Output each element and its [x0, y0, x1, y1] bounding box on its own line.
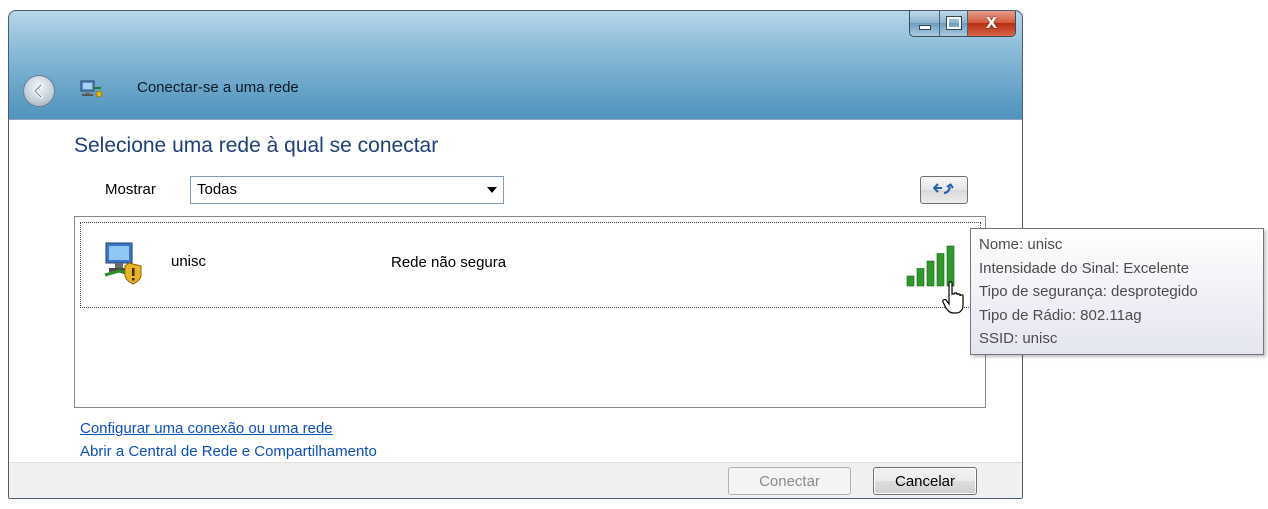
tooltip-name: Nome: unisc	[979, 236, 1063, 253]
network-name: unisc	[171, 253, 207, 270]
signal-bar	[946, 245, 955, 287]
refresh-button[interactable]	[920, 176, 968, 204]
close-button[interactable]: X	[968, 11, 1015, 36]
signal-bar	[906, 275, 915, 287]
tooltip-radio: Tipo de Rádio: 802.11ag	[979, 306, 1142, 324]
network-security: Rede não segura	[391, 254, 507, 271]
signal-bar	[926, 260, 935, 287]
network-center-link[interactable]: Abrir a Central de Rede e Compartilhamen…	[80, 443, 377, 460]
tooltip-ssid: SSID: unisc	[979, 330, 1058, 347]
network-connect-icon	[80, 80, 103, 98]
setup-connection-link[interactable]: Configurar uma conexão ou uma rede	[80, 420, 333, 437]
connect-button[interactable]: Conectar	[728, 467, 851, 495]
dialog-content: Selecione uma rede à qual se conectar Mo…	[9, 119, 1022, 498]
close-icon: X	[985, 14, 998, 32]
network-tooltip: Nome: unisc Intensidade do Sinal: Excele…	[970, 228, 1264, 355]
unsecured-network-shield-icon	[104, 242, 142, 285]
window-controls: X	[909, 11, 1016, 37]
network-list: unisc Rede não segura	[74, 216, 986, 408]
back-button[interactable]	[23, 75, 55, 107]
signal-bar	[916, 268, 925, 287]
tooltip-signal: Intensidade do Sinal: Excelente	[979, 259, 1190, 277]
dialog-footer: Conectar Cancelar	[9, 462, 1022, 498]
mouse-cursor-icon	[942, 281, 964, 314]
window-title: Conectar-se a uma rede	[137, 79, 299, 96]
filter-dropdown[interactable]: Todas	[190, 176, 504, 204]
chevron-down-icon	[487, 187, 497, 193]
cancel-button[interactable]: Cancelar	[873, 467, 977, 495]
refresh-arrows-icon	[933, 183, 954, 194]
filter-label: Mostrar	[105, 181, 156, 198]
list-item[interactable]: unisc Rede não segura	[80, 222, 981, 308]
connect-network-window: X Conectar-se a uma rede Selecione uma r…	[8, 10, 1023, 499]
page-title: Selecione uma rede à qual se conectar	[74, 134, 439, 157]
minimize-button[interactable]	[910, 11, 940, 36]
maximize-icon	[945, 16, 962, 30]
minimize-icon	[918, 24, 931, 30]
filter-selected-value: Todas	[197, 181, 238, 198]
tooltip-security: Tipo de segurança: desprotegido	[979, 283, 1198, 300]
maximize-button[interactable]	[940, 11, 968, 36]
back-arrow-icon	[33, 83, 43, 99]
